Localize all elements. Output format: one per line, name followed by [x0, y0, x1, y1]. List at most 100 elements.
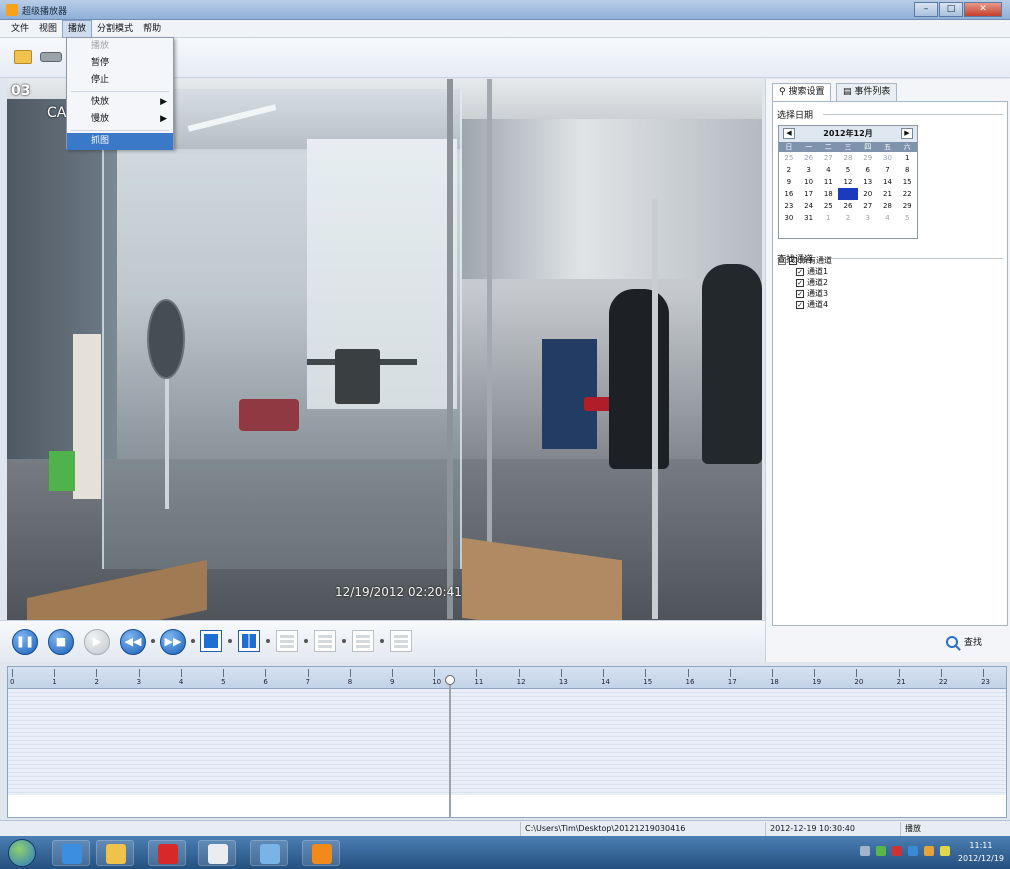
prev-month-button[interactable]: ◀	[783, 128, 795, 139]
pause-button[interactable]: ❚❚	[12, 629, 38, 655]
checkbox-checked-icon[interactable]: ✓	[789, 256, 797, 265]
menu-item-fast[interactable]: 快放 ▶	[67, 94, 173, 111]
timeline[interactable]: 0 1 2 3 4 5 6 7 8 9 10 11 12 13 14 15 16 17 18 19 20 21 22 23	[7, 666, 1007, 818]
calendar-day[interactable]: 22	[897, 188, 917, 200]
layout-16-button[interactable]	[314, 630, 336, 652]
tree-channel-1[interactable]: ✓ 通道1	[778, 266, 832, 277]
calendar-day[interactable]: 27	[858, 200, 878, 212]
tray-volume-icon[interactable]	[940, 846, 950, 856]
collapse-icon[interactable]: −	[778, 256, 786, 265]
tray-network-icon[interactable]	[876, 846, 886, 856]
calendar-day[interactable]: 9	[779, 176, 799, 188]
calendar-day[interactable]: 24	[799, 200, 819, 212]
calendar-day[interactable]: 29	[897, 200, 917, 212]
menu-file[interactable]: 文件	[6, 21, 34, 37]
taskbar-clock[interactable]: 11:11 2012/12/19	[958, 839, 1004, 865]
calendar-day[interactable]: 15	[897, 176, 917, 188]
layout-single-button[interactable]	[200, 630, 222, 652]
layout-9-button[interactable]	[276, 630, 298, 652]
disk-icon[interactable]	[40, 52, 62, 62]
layout-25-button[interactable]	[352, 630, 374, 652]
start-button[interactable]	[8, 839, 36, 867]
menu-split-mode[interactable]: 分割模式	[92, 21, 138, 37]
menu-item-capture[interactable]: 抓图	[67, 133, 173, 150]
calendar-day[interactable]: 10	[799, 176, 819, 188]
minimize-button[interactable]: –	[914, 2, 938, 17]
taskbar-app-red[interactable]	[148, 840, 186, 866]
open-folder-icon[interactable]	[14, 50, 32, 64]
menu-item-play[interactable]: 播放	[67, 38, 173, 55]
calendar-day[interactable]: 21	[878, 188, 898, 200]
calendar-day[interactable]: 13	[858, 176, 878, 188]
calendar-day[interactable]: 31	[799, 212, 819, 224]
tray-help-icon[interactable]	[908, 846, 918, 856]
calendar-day[interactable]: 7	[878, 164, 898, 176]
calendar-day[interactable]: 3	[858, 212, 878, 224]
calendar-day[interactable]: 20	[858, 188, 878, 200]
calendar-day[interactable]: 29	[858, 152, 878, 164]
calendar-day[interactable]: 27	[818, 152, 838, 164]
tray-app-icon[interactable]	[924, 846, 934, 856]
calendar-day[interactable]: 3	[799, 164, 819, 176]
menu-play[interactable]: 播放	[62, 19, 93, 38]
calendar-day[interactable]: 18	[818, 188, 838, 200]
tree-channel-4[interactable]: ✓ 通道4	[778, 299, 832, 310]
timeline-cursor-handle[interactable]	[444, 675, 455, 685]
menu-item-pause[interactable]: 暂停	[67, 55, 173, 72]
menu-view[interactable]: 视图	[34, 21, 62, 37]
tree-channel-3[interactable]: ✓ 通道3	[778, 288, 832, 299]
timeline-cursor[interactable]	[448, 677, 451, 817]
tab-event-list[interactable]: ▤ 事件列表	[836, 83, 898, 101]
calendar-day[interactable]: 12	[838, 176, 858, 188]
tree-root[interactable]: − ✓ 所有通道	[778, 255, 832, 266]
taskbar-ie[interactable]	[52, 840, 90, 866]
calendar-day[interactable]: 6	[858, 164, 878, 176]
calendar-day[interactable]: 11	[818, 176, 838, 188]
calendar-day[interactable]: 26	[838, 200, 858, 212]
taskbar-explorer[interactable]	[96, 840, 134, 866]
checkbox-checked-icon[interactable]: ✓	[796, 300, 804, 309]
calendar-day[interactable]: 5	[897, 212, 917, 224]
calendar-day[interactable]: 14	[878, 176, 898, 188]
calendar-day[interactable]: 25	[818, 200, 838, 212]
layout-36-button[interactable]	[390, 630, 412, 652]
rewind-button[interactable]: ◀◀	[120, 629, 146, 655]
calendar-day[interactable]: 28	[838, 152, 858, 164]
checkbox-checked-icon[interactable]: ✓	[796, 289, 804, 298]
tray-flag-icon[interactable]	[860, 846, 870, 856]
next-month-button[interactable]: ▶	[901, 128, 913, 139]
calendar-day[interactable]: 1	[818, 212, 838, 224]
calendar-day[interactable]: 19	[838, 188, 858, 200]
taskbar-app-tools[interactable]	[250, 840, 288, 866]
menu-item-slow[interactable]: 慢放 ▶	[67, 111, 173, 128]
calendar-day[interactable]: 16	[779, 188, 799, 200]
calendar-day[interactable]: 4	[818, 164, 838, 176]
taskbar-app-doc[interactable]	[198, 840, 236, 866]
calendar-day[interactable]: 8	[897, 164, 917, 176]
checkbox-checked-icon[interactable]: ✓	[796, 267, 804, 276]
maximize-button[interactable]: □	[939, 2, 963, 17]
calendar-day[interactable]: 17	[799, 188, 819, 200]
close-button[interactable]: ✕	[964, 2, 1002, 17]
tree-channel-2[interactable]: ✓ 通道2	[778, 277, 832, 288]
calendar-day[interactable]: 26	[799, 152, 819, 164]
calendar-day[interactable]: 5	[838, 164, 858, 176]
taskbar-player[interactable]	[302, 840, 340, 866]
search-button[interactable]: 查找	[946, 635, 982, 648]
layout-quad-button[interactable]	[238, 630, 260, 652]
play-button[interactable]: ▶	[84, 629, 110, 655]
calendar-day[interactable]: 1	[897, 152, 917, 164]
video-view[interactable]: 03 CA 12/19/2012 02:20:41	[7, 79, 762, 620]
calendar-day[interactable]: 30	[878, 152, 898, 164]
calendar-day[interactable]: 25	[779, 152, 799, 164]
fast-forward-button[interactable]: ▶▶	[160, 629, 186, 655]
checkbox-checked-icon[interactable]: ✓	[796, 278, 804, 287]
stop-button[interactable]: ■	[48, 629, 74, 655]
calendar-day[interactable]: 2	[779, 164, 799, 176]
menu-item-stop[interactable]: 停止	[67, 72, 173, 89]
calendar-day[interactable]: 2	[838, 212, 858, 224]
calendar-day[interactable]: 28	[878, 200, 898, 212]
calendar-day[interactable]: 4	[878, 212, 898, 224]
tab-search-settings[interactable]: ⚲ 搜索设置	[772, 83, 832, 101]
calendar-day[interactable]: 23	[779, 200, 799, 212]
